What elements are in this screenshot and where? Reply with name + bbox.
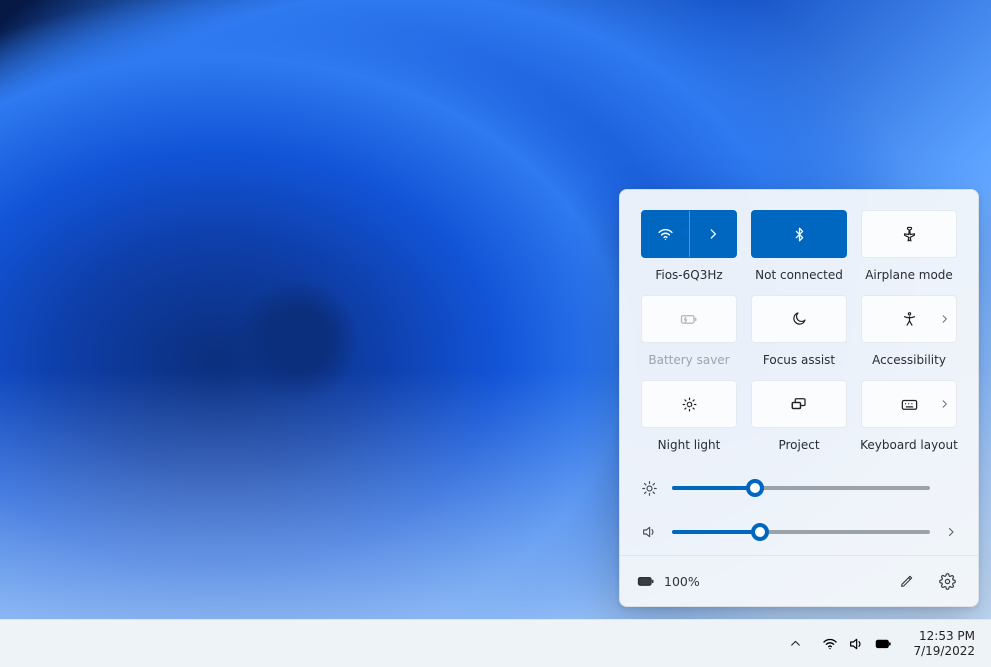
battery-saver-label: Battery saver bbox=[648, 353, 729, 368]
battery-saver-icon bbox=[679, 309, 699, 329]
battery-icon bbox=[874, 634, 893, 653]
accessibility-tile[interactable] bbox=[861, 295, 957, 343]
chevron-up-icon bbox=[789, 637, 802, 650]
quick-settings-grid: Fios-6Q3Hz Not connected Airplane bbox=[640, 210, 958, 453]
brightness-icon bbox=[640, 480, 658, 497]
airplane-icon bbox=[901, 226, 918, 243]
project-label: Project bbox=[778, 438, 819, 453]
bluetooth-label: Not connected bbox=[755, 268, 843, 283]
wifi-icon bbox=[822, 636, 838, 652]
night-light-tile[interactable] bbox=[641, 380, 737, 428]
volume-output-expand[interactable] bbox=[944, 526, 958, 538]
bluetooth-icon bbox=[792, 227, 807, 242]
accessibility-icon bbox=[901, 311, 918, 328]
battery-saver-tile bbox=[641, 295, 737, 343]
system-tray: 12:53 PM 7/19/2022 bbox=[783, 627, 981, 661]
night-light-label: Night light bbox=[658, 438, 721, 453]
battery-percent: 100% bbox=[664, 574, 700, 589]
taskbar-time: 12:53 PM bbox=[913, 629, 975, 644]
airplane-mode-tile[interactable] bbox=[861, 210, 957, 258]
volume-icon bbox=[640, 524, 658, 540]
project-icon bbox=[790, 395, 808, 413]
volume-fill bbox=[672, 530, 760, 534]
wifi-label: Fios-6Q3Hz bbox=[655, 268, 722, 283]
battery-status[interactable]: 100% bbox=[636, 571, 700, 591]
accessibility-label: Accessibility bbox=[872, 353, 946, 368]
taskbar: 12:53 PM 7/19/2022 bbox=[0, 619, 991, 667]
chevron-right-icon bbox=[706, 227, 720, 241]
brightness-thumb[interactable] bbox=[746, 479, 764, 497]
keyboard-layout-tile[interactable] bbox=[861, 380, 957, 428]
settings-button[interactable] bbox=[932, 566, 962, 596]
wifi-icon bbox=[657, 226, 674, 243]
volume-icon bbox=[848, 636, 864, 652]
airplane-mode-label: Airplane mode bbox=[865, 268, 953, 283]
edit-quick-settings-button[interactable] bbox=[892, 566, 922, 596]
wifi-toggle[interactable] bbox=[642, 211, 690, 257]
bluetooth-tile[interactable] bbox=[751, 210, 847, 258]
night-light-icon bbox=[681, 396, 698, 413]
wifi-expand[interactable] bbox=[690, 211, 737, 257]
chevron-right-icon bbox=[939, 399, 950, 410]
keyboard-layout-label: Keyboard layout bbox=[860, 438, 958, 453]
battery-charging-icon bbox=[636, 571, 656, 591]
quick-settings-panel: Fios-6Q3Hz Not connected Airplane bbox=[619, 189, 979, 607]
volume-slider[interactable] bbox=[672, 523, 930, 541]
brightness-fill bbox=[672, 486, 755, 490]
volume-thumb[interactable] bbox=[751, 523, 769, 541]
keyboard-icon bbox=[900, 395, 919, 414]
tray-network-volume-battery[interactable] bbox=[814, 630, 901, 657]
project-tile[interactable] bbox=[751, 380, 847, 428]
pencil-icon bbox=[899, 573, 915, 589]
taskbar-date: 7/19/2022 bbox=[913, 644, 975, 659]
gear-icon bbox=[939, 573, 956, 590]
focus-assist-label: Focus assist bbox=[763, 353, 835, 368]
wifi-tile[interactable] bbox=[641, 210, 737, 258]
taskbar-clock[interactable]: 12:53 PM 7/19/2022 bbox=[907, 627, 981, 661]
brightness-slider[interactable] bbox=[672, 479, 930, 497]
moon-icon bbox=[791, 311, 807, 327]
tray-overflow-button[interactable] bbox=[783, 631, 808, 656]
focus-assist-tile[interactable] bbox=[751, 295, 847, 343]
chevron-right-icon bbox=[939, 314, 950, 325]
